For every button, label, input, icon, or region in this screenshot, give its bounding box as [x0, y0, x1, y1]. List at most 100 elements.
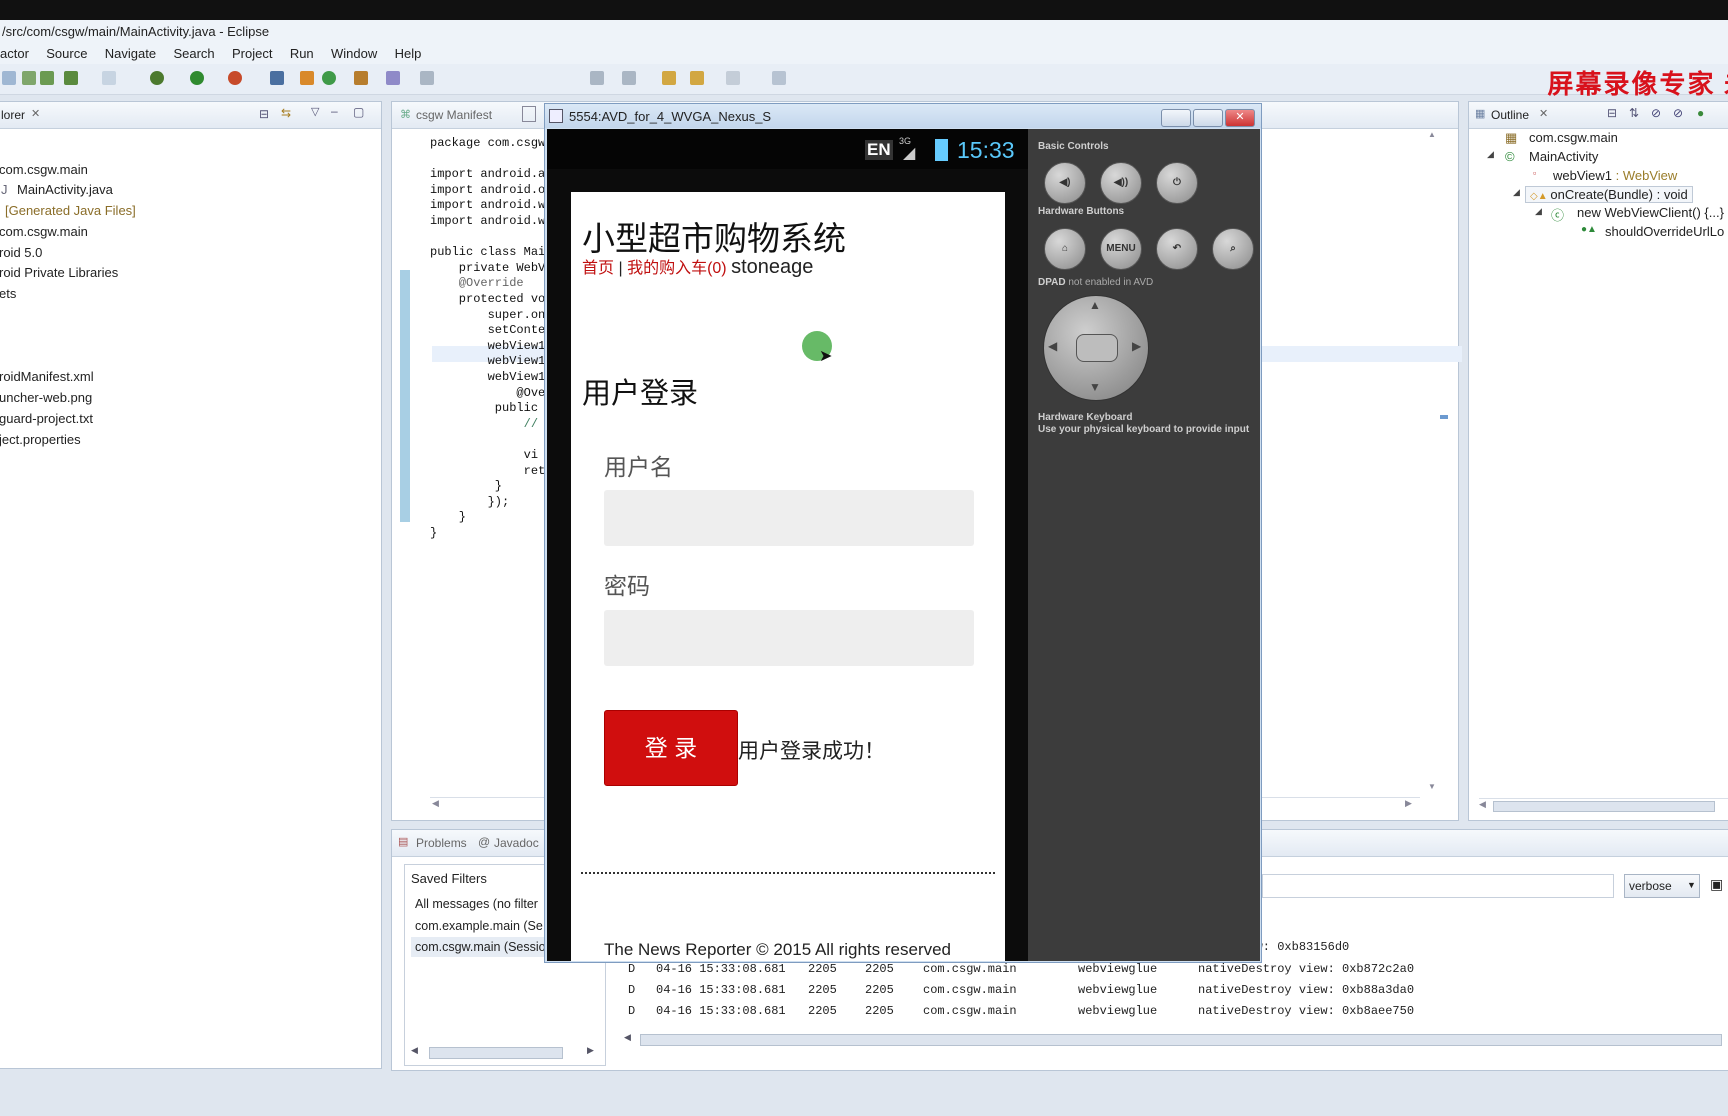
collapse-all-icon[interactable]: ⊟ — [259, 107, 269, 121]
close-icon[interactable]: ✕ — [31, 107, 40, 120]
code-line[interactable]: import android.w — [430, 214, 545, 228]
next-annotation-icon[interactable] — [590, 71, 604, 85]
package-explorer-tab[interactable]: lorer — [1, 108, 25, 122]
hide-static-icon[interactable]: ⊘ — [1673, 106, 1683, 120]
outline-item[interactable]: webView1 : WebView — [1553, 168, 1677, 183]
maximize-icon[interactable]: ▢ — [353, 105, 364, 119]
print-icon[interactable] — [2, 71, 16, 85]
code-line[interactable]: protected vo — [430, 292, 545, 306]
code-line[interactable]: webView1 — [430, 370, 546, 384]
tree-item[interactable]: com.csgw.main — [0, 162, 88, 177]
new-package-icon[interactable] — [300, 71, 314, 85]
sort-icon[interactable]: ⇅ — [1629, 106, 1639, 120]
log-level-select[interactable]: verbose ▼ — [1624, 874, 1700, 898]
back-arrow-icon[interactable]: ↶ — [1156, 228, 1198, 270]
new-class-icon[interactable] — [102, 71, 116, 85]
code-line[interactable]: import android.w — [430, 198, 545, 212]
code-line[interactable]: webView1 — [430, 354, 546, 368]
pin-editor-icon[interactable] — [772, 71, 786, 85]
login-button[interactable]: 登 录 — [604, 710, 738, 786]
code-line[interactable]: @Ove — [430, 386, 545, 400]
filter-item[interactable]: com.example.main (Se — [415, 919, 543, 933]
log-row[interactable]: D 04-16 15:33:08.681 2205 2205 com.csgw.… — [628, 1004, 1414, 1116]
tab-javadoc[interactable]: Javadoc — [494, 836, 539, 850]
code-line[interactable]: public class Mai — [430, 245, 545, 259]
save-log-icon[interactable]: ▣ — [1710, 876, 1723, 893]
outline-item[interactable]: shouldOverrideUrlLo — [1605, 224, 1724, 239]
close-icon[interactable]: ✕ — [1539, 107, 1548, 120]
external-tools-icon[interactable] — [228, 71, 242, 85]
prev-annotation-icon[interactable] — [622, 71, 636, 85]
expand-arrow-icon[interactable]: ◢ — [1513, 187, 1520, 198]
dpad-center[interactable] — [1076, 334, 1118, 362]
username-input[interactable] — [604, 490, 974, 546]
run-icon[interactable] — [190, 71, 204, 85]
device-screen[interactable]: EN 3G ◢ 15:33 小型超市购物系统 首页 | 我的购入车(0) sto… — [547, 129, 1028, 961]
tree-item[interactable]: [Generated Java Files] — [5, 203, 136, 218]
code-line[interactable]: ret — [430, 464, 546, 478]
scroll-thumb[interactable] — [429, 1047, 563, 1059]
code-line[interactable]: private WebV — [430, 261, 545, 275]
home-icon[interactable]: ⌂ — [1044, 228, 1086, 270]
menu-search[interactable]: Search — [173, 46, 214, 61]
outline-item[interactable]: MainActivity — [1529, 149, 1598, 164]
tree-item[interactable]: ets — [0, 286, 16, 301]
menu-project[interactable]: Project — [232, 46, 272, 61]
search-icon[interactable]: ⌕ — [1212, 228, 1254, 270]
dpad-left-icon[interactable]: ◀ — [1048, 339, 1057, 353]
outline-item[interactable]: com.csgw.main — [1529, 130, 1618, 145]
open-type-icon[interactable] — [354, 71, 368, 85]
expand-arrow-icon[interactable]: ◢ — [1535, 206, 1542, 217]
webview-page[interactable]: 小型超市购物系统 首页 | 我的购入车(0) stoneage 用户登录 用户名… — [571, 192, 1005, 961]
code-line[interactable]: super.on — [430, 308, 546, 322]
close-button[interactable]: ✕ — [1225, 109, 1255, 127]
coverage-icon[interactable] — [270, 71, 284, 85]
menu-source[interactable]: Source — [46, 46, 87, 61]
code-line[interactable]: @Override — [430, 276, 524, 290]
tree-item[interactable]: guard-project.txt — [0, 411, 93, 426]
dpad-down-icon[interactable]: ▼ — [1089, 380, 1101, 394]
code-line[interactable]: import android.a — [430, 167, 545, 181]
minimize-icon[interactable]: – — [331, 104, 338, 118]
tree-item[interactable]: com.csgw.main — [0, 224, 88, 239]
menu-window[interactable]: Window — [331, 46, 377, 61]
view-menu-icon[interactable]: ▽ — [311, 105, 319, 118]
filters-horizontal-scrollbar[interactable]: ◀ ▶ — [411, 1045, 599, 1059]
scroll-thumb[interactable] — [1493, 801, 1715, 812]
emulator-window[interactable]: 5554:AVD_for_4_WVGA_Nexus_S ✕ EN 3G ◢ 15… — [544, 103, 1262, 963]
menu-refactor[interactable]: actor — [0, 46, 29, 61]
annotation-icon[interactable] — [420, 71, 434, 85]
new-class-wizard-icon[interactable] — [322, 71, 336, 85]
dpad-right-icon[interactable]: ▶ — [1132, 339, 1141, 353]
emulator-title-bar[interactable]: 5554:AVD_for_4_WVGA_Nexus_S ✕ — [545, 104, 1261, 128]
volume-up-icon[interactable]: ◀)) — [1100, 162, 1142, 204]
search-tool-icon[interactable] — [386, 71, 400, 85]
code-line[interactable]: } — [430, 479, 502, 493]
editor-vertical-scrollbar[interactable]: ▲ ▼ — [1428, 130, 1438, 806]
code-line[interactable]: // — [430, 417, 538, 431]
power-icon[interactable]: ⏻ — [1156, 162, 1198, 204]
code-line[interactable]: } — [430, 510, 466, 524]
hide-fields-icon[interactable]: ⊘ — [1651, 106, 1661, 120]
expand-arrow-icon[interactable]: ◢ — [1487, 149, 1494, 160]
outline-item[interactable]: new WebViewClient() {...} — [1577, 205, 1724, 220]
collapse-all-icon[interactable]: ⊟ — [1607, 106, 1617, 120]
java-editor-tab-icon[interactable] — [522, 106, 536, 122]
log-search-input[interactable] — [1262, 874, 1614, 898]
menu-run[interactable]: Run — [290, 46, 314, 61]
tree-item[interactable]: roid 5.0 — [0, 245, 42, 260]
back-icon[interactable] — [690, 71, 704, 85]
code-line[interactable]: package com.csgw — [430, 136, 545, 150]
volume-down-icon[interactable]: ◀) — [1044, 162, 1086, 204]
tree-item[interactable]: roidManifest.xml — [0, 369, 94, 384]
filter-item[interactable]: All messages (no filter — [415, 897, 538, 911]
tree-item[interactable]: uncher-web.png — [0, 390, 92, 405]
tab-problems[interactable]: Problems — [416, 836, 467, 850]
code-line[interactable]: public — [430, 401, 545, 415]
code-line[interactable]: import android.o — [430, 183, 545, 197]
editor-tab-manifest[interactable]: csgw Manifest — [416, 108, 492, 122]
filter-item[interactable]: com.csgw.main (Sessio — [415, 940, 546, 954]
hide-nonpublic-icon[interactable]: ● — [1697, 106, 1704, 120]
last-edit-icon[interactable] — [662, 71, 676, 85]
save-all-icon[interactable] — [40, 71, 54, 85]
